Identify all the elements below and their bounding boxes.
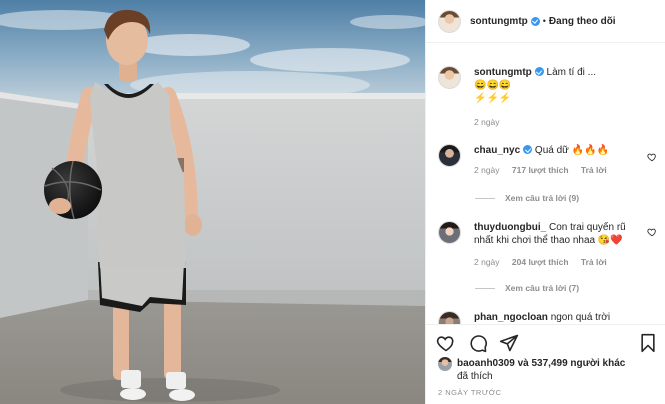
caption: sontungmtp Làm tí đi ... 😄😄😄 ⚡⚡⚡ 2 ngày	[438, 66, 658, 129]
comment-item: chau_nyc Quá dữ 🔥🔥🔥 2 ngày 717 lượt thíc…	[438, 144, 658, 177]
post-sidebar: sontungmtp • Đang theo dõi sontungmtp Là…	[425, 0, 665, 404]
instagram-post-modal: sontungmtp • Đang theo dõi sontungmtp Là…	[0, 0, 665, 404]
reply-button[interactable]: Trả lời	[581, 257, 607, 267]
action-icons	[436, 333, 658, 355]
caption-emoji-line-2: ⚡⚡⚡	[474, 93, 512, 104]
comment-avatar[interactable]	[438, 144, 461, 167]
verified-badge-icon	[534, 67, 544, 76]
comments-list[interactable]: sontungmtp Làm tí đi ... 😄😄😄 ⚡⚡⚡ 2 ngày …	[426, 44, 665, 324]
comment-like-heart-icon[interactable]	[647, 227, 657, 237]
caption-time[interactable]: 2 ngày	[474, 117, 500, 127]
comment-body: chau_nyc Quá dữ 🔥🔥🔥 2 ngày 717 lượt thíc…	[474, 144, 644, 177]
liker-username[interactable]: baoanh0309	[457, 358, 515, 369]
comment-meta: 2 ngày 204 lượt thích Trả lời	[474, 256, 644, 269]
caption-body: sontungmtp Làm tí đi ... 😄😄😄 ⚡⚡⚡ 2 ngày	[474, 66, 644, 129]
following-button[interactable]: Đang theo dõi	[549, 16, 616, 27]
post-timestamp[interactable]: 2 NGÀY TRƯỚC	[438, 388, 502, 397]
share-icon[interactable]	[499, 333, 519, 353]
comment-time[interactable]: 2 ngày	[474, 257, 500, 267]
view-replies-label: Xem câu trả lời (7)	[505, 283, 580, 293]
caption-emoji-line-1: 😄😄😄	[474, 80, 512, 91]
comment-text: ngon quá trời	[550, 312, 611, 323]
replies-divider	[475, 287, 495, 289]
likes-others[interactable]: và 537,499 người khác	[518, 358, 626, 369]
caption-meta: 2 ngày	[474, 116, 644, 129]
comment-time[interactable]: 2 ngày	[474, 165, 500, 175]
view-replies-label: Xem câu trả lời (9)	[505, 193, 580, 203]
view-replies-button[interactable]: Xem câu trả lời (7)	[475, 283, 579, 293]
comment-icon[interactable]	[468, 333, 488, 353]
post-photo[interactable]	[0, 0, 425, 404]
author-avatar[interactable]	[438, 9, 461, 33]
verified-badge-icon	[530, 16, 540, 26]
replies-divider	[475, 197, 495, 199]
heart-icon[interactable]	[436, 333, 456, 353]
post-photo-illustration	[0, 0, 425, 404]
comment-likes[interactable]: 717 lượt thích	[512, 165, 569, 175]
comment-item: thuyduongbui_ Con trai quyến rũ nhất khi…	[438, 221, 658, 269]
view-replies-button[interactable]: Xem câu trả lời (9)	[475, 193, 579, 203]
comment-meta: 2 ngày 717 lượt thích Trả lời	[474, 164, 644, 177]
author-username[interactable]: sontungmtp	[470, 16, 528, 27]
bookmark-icon[interactable]	[638, 333, 658, 353]
reply-button[interactable]: Trả lời	[581, 165, 607, 175]
liker-avatar[interactable]	[438, 357, 452, 371]
likes-suffix: đã thích	[457, 371, 493, 382]
caption-username[interactable]: sontungmtp	[474, 67, 532, 78]
comment-username[interactable]: phan_ngocloan	[474, 312, 548, 323]
header-separator: •	[542, 16, 546, 26]
caption-text: Làm tí đi ...	[546, 67, 597, 78]
caption-avatar[interactable]	[438, 66, 461, 89]
verified-badge-icon	[523, 145, 533, 154]
comment-likes[interactable]: 204 lượt thích	[512, 257, 569, 267]
comment-item: phan_ngocloan ngon quá trời	[438, 311, 658, 324]
comment-like-heart-icon[interactable]	[647, 152, 657, 162]
comment-username[interactable]: chau_nyc	[474, 145, 520, 156]
comment-body: phan_ngocloan ngon quá trời	[474, 311, 644, 324]
likes-summary: baoanh0309 và 537,499 người khác đã thíc…	[438, 357, 625, 383]
post-header: sontungmtp • Đang theo dõi	[426, 0, 665, 43]
comment-username[interactable]: thuyduongbui_	[474, 222, 546, 233]
likes-text: baoanh0309 và 537,499 người khác đã thíc…	[457, 357, 625, 383]
comment-body: thuyduongbui_ Con trai quyến rũ nhất khi…	[474, 221, 644, 269]
comment-text: Quá dữ 🔥🔥🔥	[534, 145, 609, 156]
comment-avatar[interactable]	[438, 311, 461, 324]
comment-avatar[interactable]	[438, 221, 461, 244]
post-actions: baoanh0309 và 537,499 người khác đã thíc…	[426, 324, 665, 404]
